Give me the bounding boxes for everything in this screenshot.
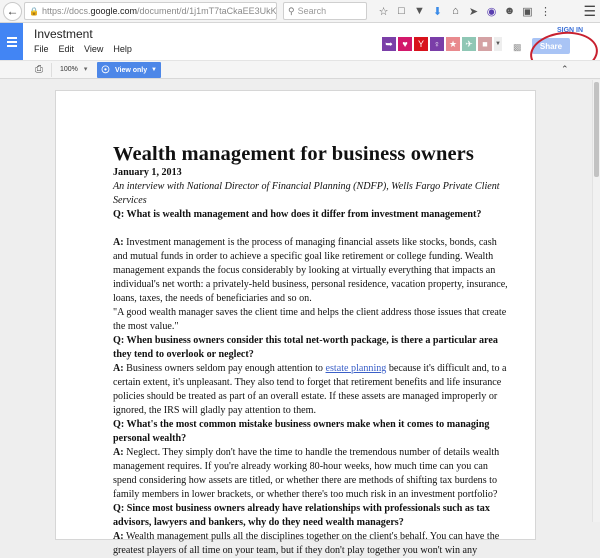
back-button[interactable]: ←: [3, 1, 22, 21]
question-2: Q: When business owners consider this to…: [113, 335, 498, 360]
document-byline: An interview with National Director of F…: [113, 181, 500, 206]
toolbar-divider: [51, 63, 52, 77]
menu-file[interactable]: File: [34, 44, 49, 54]
browser-search-input[interactable]: ⚲ Search: [283, 2, 367, 20]
extension-icon[interactable]: ◉: [483, 5, 500, 18]
addon-7-icon[interactable]: ■: [478, 37, 492, 51]
vertical-scrollbar[interactable]: [592, 80, 600, 522]
docs-toolbar: ⎙ 100% ▾ ☉ View only ▼ ⌃: [0, 60, 600, 79]
addon-1-icon[interactable]: ➥: [382, 37, 396, 51]
eye-icon: ☉: [101, 64, 110, 76]
url-prefix: https://docs.: [41, 6, 91, 16]
menu-bar: File Edit View Help: [34, 44, 142, 54]
menu-edit[interactable]: Edit: [59, 44, 75, 54]
answer-3: A: Neglect. They simply don't have the t…: [113, 447, 500, 500]
search-placeholder: Search: [297, 6, 327, 16]
zoom-value: 100%: [60, 66, 78, 73]
view-only-label: View only: [114, 66, 148, 74]
zoom-dropdown-icon: ▾: [83, 66, 88, 73]
clipboard-icon[interactable]: □: [393, 5, 410, 17]
estate-planning-link[interactable]: estate planning: [326, 363, 387, 374]
question-3: Q: What's the most common mistake busine…: [113, 419, 490, 444]
url-domain: google.com: [90, 6, 138, 16]
lock-icon: 🔒: [29, 6, 39, 16]
answer-4: A: Wealth management pulls all the disci…: [113, 531, 500, 556]
addons-dropdown-icon[interactable]: ▼: [494, 37, 502, 51]
document-body: Wealth management for business owners Ja…: [113, 142, 513, 558]
document-page: Wealth management for business owners Ja…: [55, 90, 536, 556]
docs-header: Investment File Edit View Help ➥ ♥ Y ♀ ★…: [0, 23, 600, 78]
addon-3-icon[interactable]: Y: [414, 37, 428, 51]
menu-help[interactable]: Help: [113, 44, 132, 54]
answer-2: A: Business owners seldom pay enough att…: [113, 363, 507, 416]
answer-1: A: Investment management is the process …: [113, 237, 508, 304]
question-1: Q: What is wealth management and how doe…: [113, 209, 482, 220]
print-icon[interactable]: ⎙: [35, 64, 43, 75]
url-bar[interactable]: 🔒 https://docs. google.com/document/d/1j1…: [24, 2, 277, 20]
search-icon: ⚲: [288, 5, 295, 16]
scrollbar-thumb[interactable]: [594, 82, 599, 177]
addon-icons: ➥ ♥ Y ♀ ★ ✈ ■ ▼: [382, 37, 502, 51]
addon-4-icon[interactable]: ♀: [430, 37, 444, 51]
hamburger-menu-icon[interactable]: ☰: [583, 3, 596, 20]
home-icon[interactable]: ⌂: [447, 5, 464, 17]
comment-icon[interactable]: ▩: [513, 42, 522, 53]
collapse-icon[interactable]: ⌃: [561, 64, 569, 75]
star-icon[interactable]: ☆: [375, 5, 392, 18]
addon-5-icon[interactable]: ★: [446, 37, 460, 51]
question-4: Q: Since most business owners already ha…: [113, 503, 490, 528]
view-only-dropdown-icon: ▼: [151, 67, 157, 73]
document-canvas: Wealth management for business owners Ja…: [0, 80, 592, 556]
view-only-button[interactable]: ☉ View only ▼: [97, 62, 161, 78]
document-heading: Wealth management for business owners: [113, 143, 474, 165]
send-icon[interactable]: ➤: [465, 5, 482, 18]
docs-logo-icon[interactable]: [0, 23, 23, 60]
back-arrow-icon: ←: [6, 4, 19, 18]
url-path: /document/d/1j1mT7taCkaEE3UkKWur: [137, 6, 277, 16]
menu-view[interactable]: View: [84, 44, 103, 54]
pull-quote: "A good wealth manager saves the client …: [113, 307, 507, 332]
document-date: January 1, 2013: [113, 167, 182, 178]
download-icon[interactable]: ⬇: [429, 5, 446, 18]
puzzle-icon[interactable]: ⋮: [537, 5, 554, 18]
zoom-select[interactable]: 100% ▾: [60, 65, 87, 73]
addon-2-icon[interactable]: ♥: [398, 37, 412, 51]
addon-6-icon[interactable]: ✈: [462, 37, 476, 51]
chat-icon[interactable]: ☻: [501, 5, 518, 17]
pocket-icon[interactable]: ▼: [411, 5, 428, 17]
screenshot-icon[interactable]: ▣: [519, 5, 536, 18]
document-title[interactable]: Investment: [34, 27, 93, 41]
browser-toolbar: ← 🔒 https://docs. google.com/document/d/1…: [0, 0, 600, 23]
